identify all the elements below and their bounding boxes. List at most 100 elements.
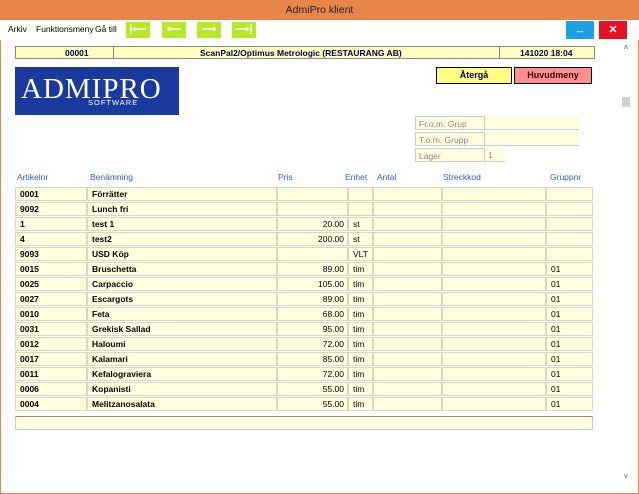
cell-pris[interactable]: 89.00 xyxy=(277,292,348,306)
cell-enhet[interactable]: VLT xyxy=(348,247,373,261)
cell-benamning[interactable]: Feta xyxy=(87,307,277,321)
cell-streckkod[interactable] xyxy=(442,247,546,261)
cell-pris[interactable]: 55.00 xyxy=(277,382,348,396)
cell-antal[interactable] xyxy=(373,337,442,351)
cell-artikelnr[interactable]: 0017 xyxy=(15,352,87,366)
table-row[interactable]: 0006 Kopanisti 55.00 tim 01 xyxy=(15,382,593,396)
table-row[interactable]: 0017 Kalamari 85.00 tim 01 xyxy=(15,352,593,366)
previous-record-icon[interactable]: ⟵ xyxy=(162,22,186,38)
cell-benamning[interactable]: Carpaccio xyxy=(87,277,277,291)
cell-gruppnr[interactable] xyxy=(546,232,593,246)
cell-enhet[interactable]: tim xyxy=(348,322,373,336)
table-row[interactable]: 0010 Feta 68.00 tim 01 xyxy=(15,307,593,321)
cell-benamning[interactable]: Kopanisti xyxy=(87,382,277,396)
cell-antal[interactable] xyxy=(373,262,442,276)
cell-benamning[interactable]: Grekisk Sallad xyxy=(87,322,277,336)
cell-gruppnr[interactable]: 01 xyxy=(546,397,593,411)
cell-streckkod[interactable] xyxy=(442,217,546,231)
col-artikelnr[interactable]: Artikelnr xyxy=(17,172,48,182)
cell-benamning[interactable]: Haloumi xyxy=(87,337,277,351)
cell-antal[interactable] xyxy=(373,307,442,321)
from-group-field[interactable] xyxy=(485,116,579,130)
table-row[interactable]: 1 test 1 20.00 st xyxy=(15,217,593,231)
cell-pris[interactable] xyxy=(277,202,348,216)
cell-enhet[interactable]: tim xyxy=(348,367,373,381)
minimize-button[interactable]: _ xyxy=(566,21,594,39)
last-record-icon[interactable]: ⟶| xyxy=(232,22,256,38)
table-row[interactable]: 0025 Carpaccio 105.00 tim 01 xyxy=(15,277,593,291)
cell-antal[interactable] xyxy=(373,322,442,336)
cell-pris[interactable]: 105.00 xyxy=(277,277,348,291)
cell-antal[interactable] xyxy=(373,232,442,246)
cell-benamning[interactable]: USD Köp xyxy=(87,247,277,261)
cell-benamning[interactable]: Escargots xyxy=(87,292,277,306)
cell-enhet[interactable]: tim xyxy=(348,307,373,321)
cell-streckkod[interactable] xyxy=(442,397,546,411)
cell-streckkod[interactable] xyxy=(442,202,546,216)
table-row[interactable]: 0011 Kefalograviera 72.00 tim 01 xyxy=(15,367,593,381)
cell-artikelnr[interactable]: 0015 xyxy=(15,262,87,276)
cell-enhet[interactable]: tim xyxy=(348,352,373,366)
cell-artikelnr[interactable]: 0004 xyxy=(15,397,87,411)
cell-gruppnr[interactable]: 01 xyxy=(546,292,593,306)
cell-pris[interactable] xyxy=(277,187,348,201)
cell-artikelnr[interactable]: 4 xyxy=(15,232,87,246)
cell-streckkod[interactable] xyxy=(442,367,546,381)
cell-enhet[interactable]: st xyxy=(348,217,373,231)
cell-antal[interactable] xyxy=(373,397,442,411)
cell-pris[interactable]: 85.00 xyxy=(277,352,348,366)
cell-antal[interactable] xyxy=(373,202,442,216)
cell-antal[interactable] xyxy=(373,247,442,261)
cell-gruppnr[interactable]: 01 xyxy=(546,322,593,336)
cell-benamning[interactable]: Bruschetta xyxy=(87,262,277,276)
table-row[interactable]: 0015 Bruschetta 89.00 tim 01 xyxy=(15,262,593,276)
cell-gruppnr[interactable] xyxy=(546,217,593,231)
scroll-thumb[interactable] xyxy=(622,97,630,107)
cell-artikelnr[interactable]: 0025 xyxy=(15,277,87,291)
cell-enhet[interactable]: tim xyxy=(348,277,373,291)
cell-gruppnr[interactable]: 01 xyxy=(546,307,593,321)
cell-enhet[interactable] xyxy=(348,202,373,216)
cell-antal[interactable] xyxy=(373,217,442,231)
col-pris[interactable]: Pris xyxy=(278,172,293,182)
table-row[interactable]: 9093 USD Köp VLT xyxy=(15,247,593,261)
vertical-scrollbar[interactable]: ˄ ˅ xyxy=(618,41,634,488)
cell-pris[interactable]: 68.00 xyxy=(277,307,348,321)
cell-enhet[interactable]: st xyxy=(348,232,373,246)
menu-funktionsmeny[interactable]: Funktionsmeny xyxy=(36,24,94,34)
table-row[interactable]: 0027 Escargots 89.00 tim 01 xyxy=(15,292,593,306)
cell-pris[interactable]: 20.00 xyxy=(277,217,348,231)
cell-artikelnr[interactable]: 0006 xyxy=(15,382,87,396)
cell-benamning[interactable]: test2 xyxy=(87,232,277,246)
cell-pris[interactable]: 72.00 xyxy=(277,367,348,381)
cell-streckkod[interactable] xyxy=(442,352,546,366)
cell-streckkod[interactable] xyxy=(442,187,546,201)
cell-enhet[interactable]: tim xyxy=(348,397,373,411)
cell-streckkod[interactable] xyxy=(442,337,546,351)
menu-arkiv[interactable]: Arkiv xyxy=(8,24,27,34)
close-button[interactable]: ✕ xyxy=(599,21,627,39)
cell-pris[interactable]: 72.00 xyxy=(277,337,348,351)
cell-gruppnr[interactable]: 01 xyxy=(546,262,593,276)
cell-artikelnr[interactable]: 0027 xyxy=(15,292,87,306)
cell-antal[interactable] xyxy=(373,382,442,396)
cell-antal[interactable] xyxy=(373,367,442,381)
cell-artikelnr[interactable]: 0011 xyxy=(15,367,87,381)
col-streckkod[interactable]: Streckkod xyxy=(443,172,481,182)
cell-streckkod[interactable] xyxy=(442,382,546,396)
cell-pris[interactable]: 89.00 xyxy=(277,262,348,276)
table-row[interactable]: 0031 Grekisk Sallad 95.00 tim 01 xyxy=(15,322,593,336)
scroll-down-icon[interactable]: ˅ xyxy=(618,472,634,482)
cell-enhet[interactable] xyxy=(348,187,373,201)
cell-artikelnr[interactable]: 0031 xyxy=(15,322,87,336)
cell-gruppnr[interactable] xyxy=(546,247,593,261)
main-menu-button[interactable]: Huvudmeny xyxy=(514,67,592,84)
table-row[interactable]: 9092 Lunch fri xyxy=(15,202,593,216)
col-enhet[interactable]: Enhet xyxy=(345,172,367,182)
cell-artikelnr[interactable]: 1 xyxy=(15,217,87,231)
cell-pris[interactable] xyxy=(277,247,348,261)
cell-benamning[interactable]: Kalamari xyxy=(87,352,277,366)
cell-enhet[interactable]: tim xyxy=(348,382,373,396)
table-row[interactable]: 4 test2 200.00 st xyxy=(15,232,593,246)
cell-gruppnr[interactable]: 01 xyxy=(546,352,593,366)
